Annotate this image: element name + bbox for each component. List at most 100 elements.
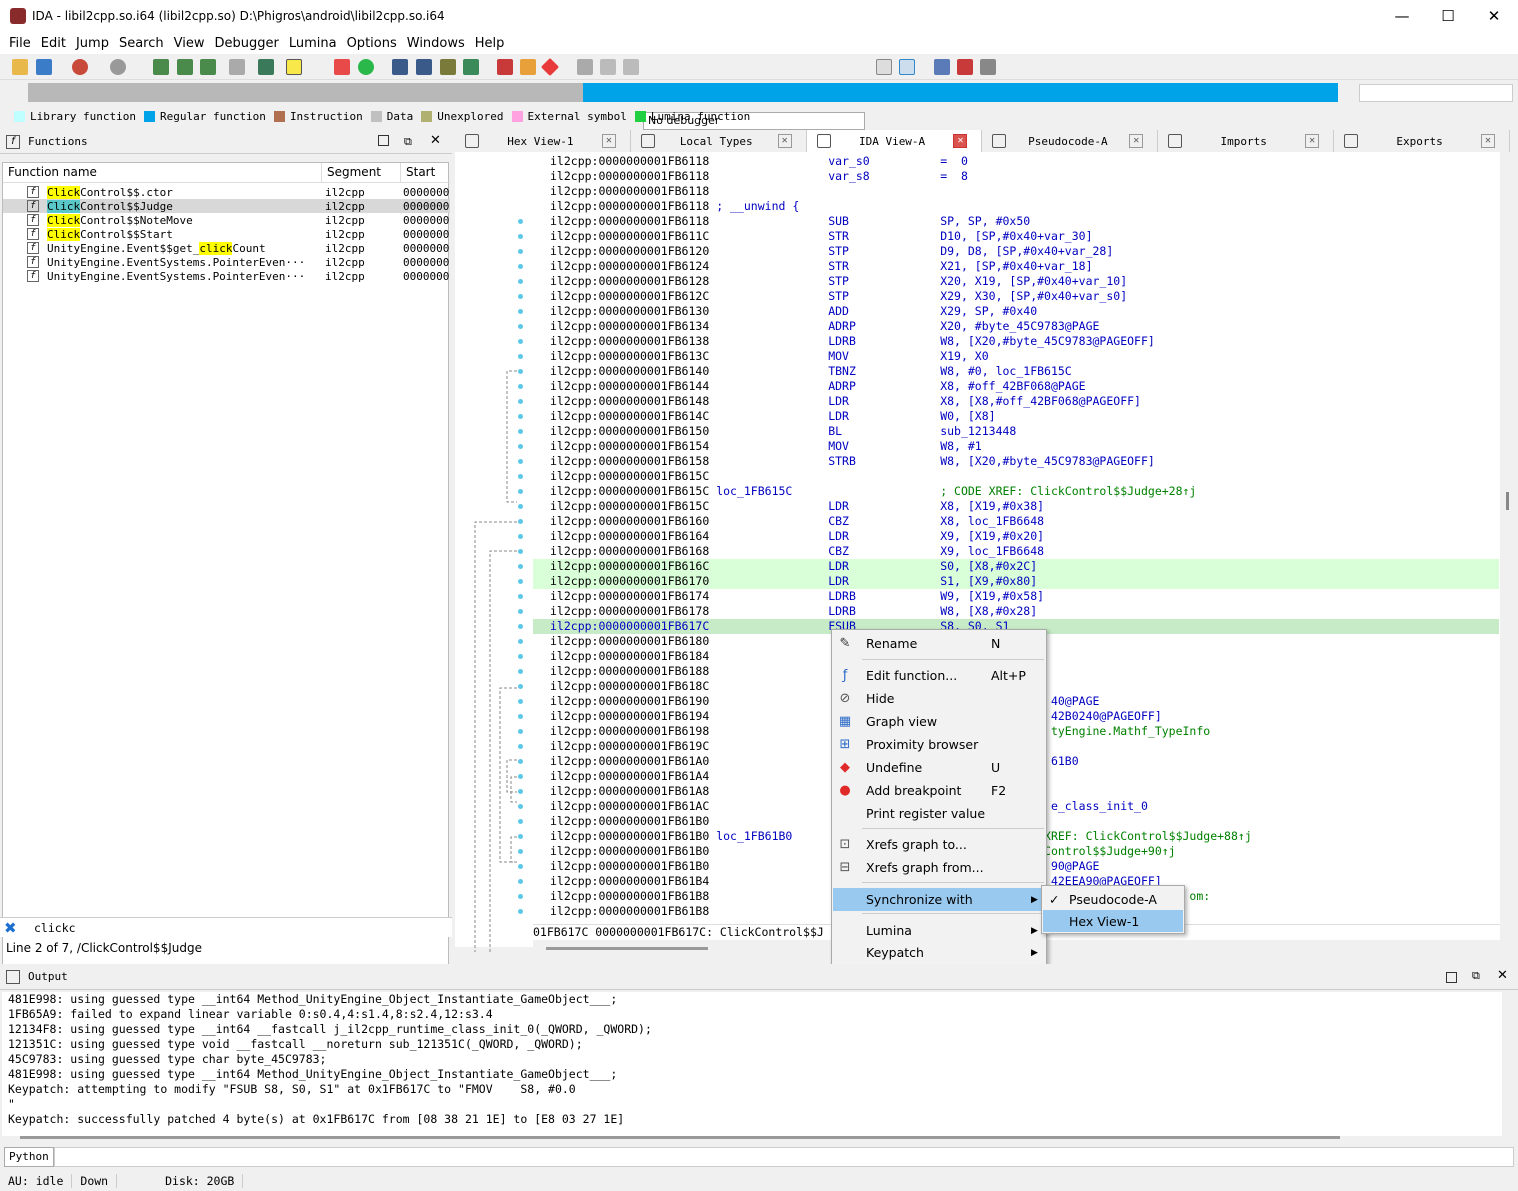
menu-windows[interactable]: Windows [402, 36, 470, 51]
function-row[interactable]: f UnityEngine.Event$$get_clickCount il2cpp… [3, 241, 450, 255]
tab-close-icon[interactable]: ✕ [777, 134, 792, 148]
tab-close-icon[interactable]: ✕ [1480, 134, 1495, 148]
enum-icon[interactable] [416, 59, 432, 75]
open-icon[interactable] [12, 59, 28, 75]
disasm-line[interactable]: il2cpp:0000000001FB6120 STP D9, D8, [SP,#… [533, 244, 1499, 259]
function-row[interactable]: f UnityEngine.EventSystems.PointerEven···… [3, 269, 450, 283]
function-row[interactable]: f UnityEngine.EventSystems.PointerEven···… [3, 255, 450, 269]
disasm-line[interactable]: il2cpp:0000000001FB614C LDR W0, [X8] [533, 409, 1499, 424]
list-icon[interactable] [934, 59, 950, 75]
navigation-strip[interactable] [28, 83, 1338, 102]
menu-edit[interactable]: Edit [36, 36, 71, 51]
patch-icon[interactable] [520, 59, 536, 75]
menu-item-lumina[interactable]: Lumina ▶ [833, 919, 1045, 942]
disasm-line[interactable]: il2cpp:0000000001FB6130 ADD X29, SP, #0x4… [533, 304, 1499, 319]
col-start[interactable]: Start [401, 163, 450, 182]
tab-close-icon[interactable]: ✕ [1129, 134, 1144, 148]
disasm-line[interactable]: il2cpp:0000000001FB6118 var_s0 = 0 [533, 154, 1499, 169]
attach-icon[interactable] [876, 59, 892, 75]
segment-icon[interactable] [440, 59, 456, 75]
menu-item-graph-view[interactable]: ▦ Graph view [833, 710, 1045, 733]
close-pane-icon[interactable]: ✕ [430, 133, 441, 148]
disasm-line[interactable]: il2cpp:0000000001FB6118 ; __unwind { [533, 199, 1499, 214]
disasm-line[interactable]: il2cpp:0000000001FB6124 STR X21, [SP,#0x4… [533, 259, 1499, 274]
tab-hex-view-1[interactable]: Hex View-1 ✕ [455, 130, 631, 152]
sync-icon[interactable] [899, 59, 915, 75]
menu-item-add-breakpoint[interactable]: ● Add breakpoint F2 [833, 779, 1045, 802]
ida-hscroll[interactable] [546, 947, 708, 950]
save-icon[interactable] [36, 59, 52, 75]
menu-item-edit-function[interactable]: ƒ Edit function... Alt+P [833, 664, 1045, 687]
menu-debugger[interactable]: Debugger [209, 36, 283, 51]
tab-close-icon[interactable]: ✕ [953, 134, 968, 148]
text-icon[interactable] [286, 59, 302, 75]
output-log[interactable]: 481E998: using guessed type __int64 Meth… [2, 992, 1502, 1136]
disasm-line[interactable]: il2cpp:0000000001FB6168 CBZ X9, loc_1FB66… [533, 544, 1499, 559]
disasm-line[interactable]: il2cpp:0000000001FB6148 LDR X8, [X8,#off_… [533, 394, 1499, 409]
disasm-line[interactable]: il2cpp:0000000001FB6174 LDRB W9, [X19,#0x… [533, 589, 1499, 604]
function-row[interactable]: f ClickControl$$Judge il2cpp 0000000 [3, 199, 450, 213]
menu-item-keypatch[interactable]: Keypatch ▶ [833, 941, 1045, 964]
col-segment[interactable]: Segment [322, 163, 401, 182]
forward-icon[interactable] [110, 59, 126, 75]
menu-options[interactable]: Options [342, 36, 402, 51]
restore-pane-icon[interactable] [378, 135, 389, 146]
close-output-icon[interactable]: ✕ [1497, 968, 1508, 983]
command-input[interactable] [54, 1147, 1514, 1167]
menu-item-synchronize-with[interactable]: Synchronize with ▶ [833, 888, 1045, 911]
code-icon[interactable] [177, 59, 193, 75]
struct-icon[interactable] [392, 59, 408, 75]
back-icon[interactable] [72, 59, 88, 75]
play-icon[interactable] [577, 59, 593, 75]
menu-search[interactable]: Search [114, 36, 169, 51]
names-icon[interactable] [463, 59, 479, 75]
tab-close-icon[interactable]: ✕ [601, 134, 616, 148]
stop-icon[interactable] [497, 59, 513, 75]
disasm-line[interactable]: il2cpp:0000000001FB6134 ADRP X20, #byte_4… [533, 319, 1499, 334]
disasm-line[interactable]: il2cpp:0000000001FB6164 LDR X9, [X19,#0x2… [533, 529, 1499, 544]
disasm-line[interactable]: il2cpp:0000000001FB6118 SUB SP, SP, #0x50 [533, 214, 1499, 229]
menu-jump[interactable]: Jump [71, 36, 114, 51]
disasm-line[interactable]: il2cpp:0000000001FB615C LDR X8, [X19,#0x3… [533, 499, 1499, 514]
stop-debug-icon[interactable] [623, 59, 639, 75]
disasm-line[interactable]: il2cpp:0000000001FB6144 ADRP X8, #off_42B… [533, 379, 1499, 394]
filter-input[interactable]: clickc [34, 921, 76, 935]
tab-imports[interactable]: Imports ✕ [1158, 130, 1335, 152]
trace-icon[interactable] [980, 59, 996, 75]
disasm-line[interactable]: il2cpp:0000000001FB615C loc_1FB615C; COD… [533, 484, 1499, 499]
sync-pseudocode-a[interactable]: ✓ Pseudocode-A [1043, 888, 1183, 910]
tab-local-types[interactable]: Local Types ✕ [631, 130, 807, 152]
unknown-icon[interactable] [229, 59, 245, 75]
minimize-button[interactable]: — [1379, 0, 1425, 32]
menu-lumina[interactable]: Lumina [284, 36, 342, 51]
float-pane-icon[interactable]: ⧉ [404, 135, 412, 149]
disasm-line[interactable]: il2cpp:0000000001FB6118 var_s8 = 8 [533, 169, 1499, 184]
tab-close-icon[interactable]: ✕ [1305, 134, 1320, 148]
vscroll-thumb[interactable] [1506, 492, 1509, 510]
disasm-line[interactable]: il2cpp:0000000001FB6160 CBZ X8, loc_1FB66… [533, 514, 1499, 529]
output-hscroll[interactable] [20, 1136, 1340, 1139]
restore-output-icon[interactable] [1446, 972, 1457, 983]
menu-item-undefine[interactable]: ◆ Undefine U [833, 756, 1045, 779]
breakpoint-icon[interactable] [540, 57, 560, 77]
disasm-line[interactable]: il2cpp:0000000001FB615C [533, 469, 1499, 484]
hex-icon[interactable] [153, 59, 169, 75]
disasm-line[interactable]: il2cpp:0000000001FB616C LDR S0, [X8,#0x2C… [533, 559, 1499, 574]
disasm-line[interactable]: il2cpp:0000000001FB6154 MOV W8, #1 [533, 439, 1499, 454]
menu-item-xrefs-graph-from[interactable]: ⊟ Xrefs graph from... [833, 856, 1045, 879]
jump-icon[interactable] [258, 59, 274, 75]
float-output-icon[interactable]: ⧉ [1472, 969, 1480, 983]
disasm-line[interactable]: il2cpp:0000000001FB6178 LDRB W8, [X8,#0x2… [533, 604, 1499, 619]
disasm-line[interactable]: il2cpp:0000000001FB611C STR D10, [SP,#0x4… [533, 229, 1499, 244]
function-row[interactable]: f ClickControl$$NoteMove il2cpp 0000000 [3, 213, 450, 227]
col-function-name[interactable]: Function name [3, 163, 322, 182]
function-row[interactable]: f ClickControl$$Start il2cpp 0000000 [3, 227, 450, 241]
maximize-button[interactable]: ☐ [1425, 0, 1471, 32]
tab-ida-view-a[interactable]: IDA View-A ✕ [806, 130, 983, 152]
menu-item-rename[interactable]: ✎ Rename N [833, 632, 1045, 655]
disasm-line[interactable]: il2cpp:0000000001FB6128 STP X20, X19, [SP… [533, 274, 1499, 289]
pause-icon[interactable] [600, 59, 616, 75]
menu-view[interactable]: View [169, 36, 210, 51]
tab-exports[interactable]: Exports ✕ [1334, 130, 1510, 152]
graph-icon[interactable] [334, 59, 350, 75]
